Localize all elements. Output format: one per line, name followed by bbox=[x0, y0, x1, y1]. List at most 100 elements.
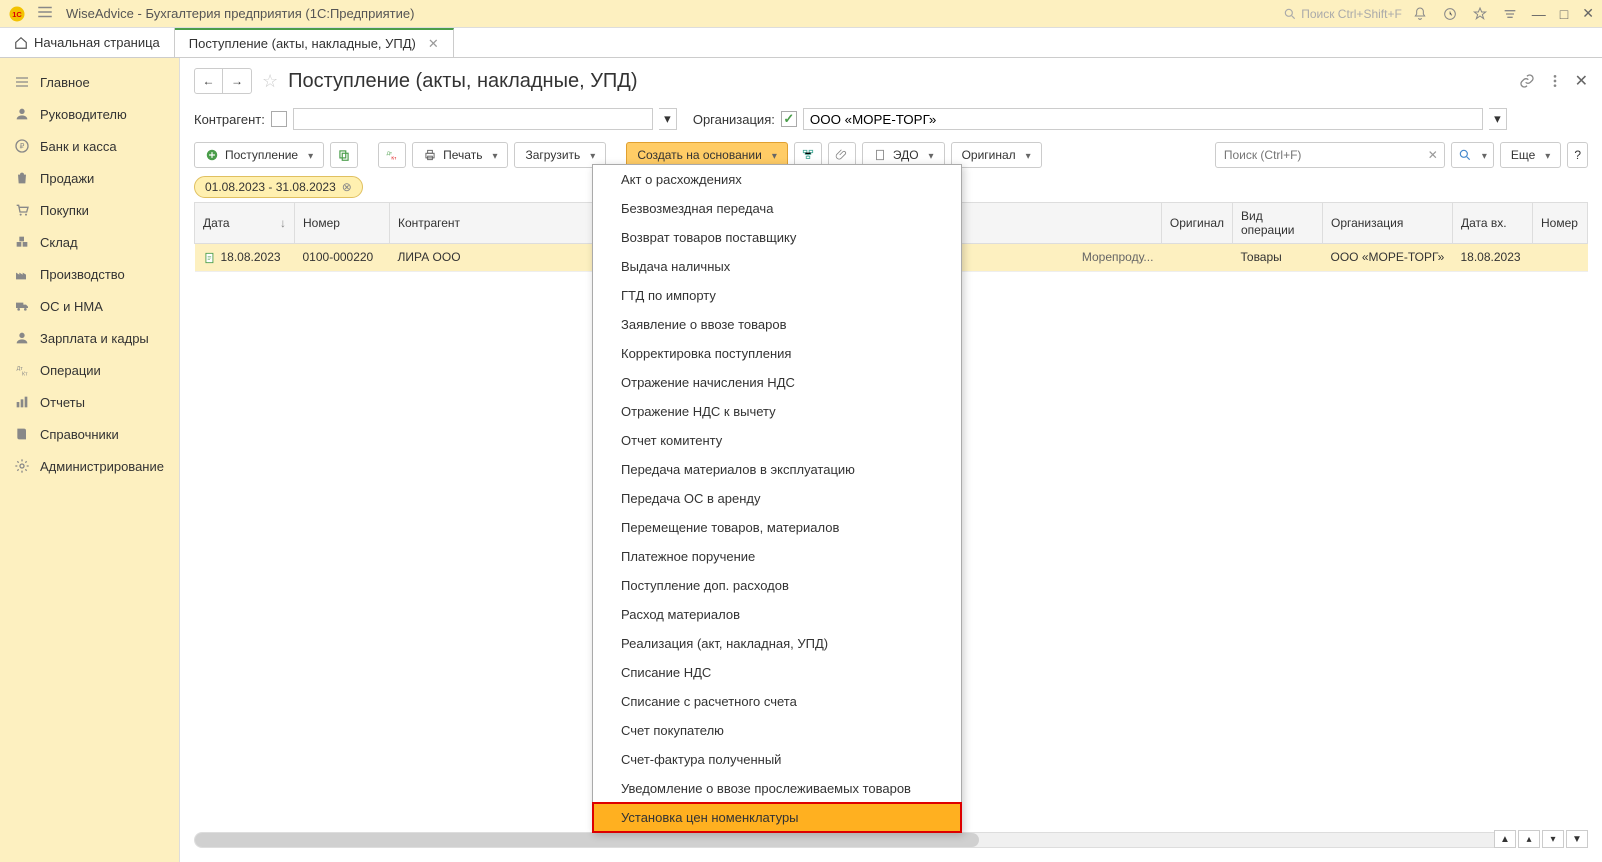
table-search-input[interactable] bbox=[1216, 148, 1422, 162]
dd-item[interactable]: Счет покупателю bbox=[593, 716, 961, 745]
org-input[interactable] bbox=[803, 108, 1483, 130]
dd-item-highlighted[interactable]: Установка цен номенклатуры bbox=[593, 803, 961, 832]
cell-text: 18.08.2023 bbox=[221, 250, 281, 264]
dd-item[interactable]: Акт о расхождениях bbox=[593, 165, 961, 194]
dd-item[interactable]: ГТД по импорту bbox=[593, 281, 961, 310]
menu-icon[interactable] bbox=[36, 3, 54, 24]
sidebar-item-reports[interactable]: Отчеты bbox=[0, 386, 179, 418]
sidebar-label: ОС и НМА bbox=[40, 299, 103, 314]
factory-icon bbox=[14, 266, 30, 282]
sidebar-item-purchases[interactable]: Покупки bbox=[0, 194, 179, 226]
sidebar-label: Покупки bbox=[40, 203, 89, 218]
search-dd-button[interactable] bbox=[1451, 142, 1494, 168]
postuplenie-button[interactable]: Поступление bbox=[194, 142, 324, 168]
sidebar-item-references[interactable]: Справочники bbox=[0, 418, 179, 450]
cell-organization: ООО «МОРЕ-ТОРГ» bbox=[1323, 244, 1453, 272]
sidebar-item-os[interactable]: ОС и НМА bbox=[0, 290, 179, 322]
close-window-button[interactable]: ✕ bbox=[1582, 5, 1594, 22]
kontragent-dropdown-button[interactable]: ▾ bbox=[659, 108, 677, 130]
global-search[interactable]: Поиск Ctrl+Shift+F bbox=[1283, 7, 1402, 21]
original-button[interactable]: Оригинал bbox=[951, 142, 1042, 168]
favorite-star-icon[interactable]: ☆ bbox=[262, 71, 278, 92]
nav-back-button[interactable]: ← bbox=[195, 69, 223, 93]
dd-item[interactable]: Отражение НДС к вычету bbox=[593, 397, 961, 426]
tab-postuplenie[interactable]: Поступление (акты, накладные, УПД) ✕ bbox=[175, 28, 454, 57]
chip-remove-icon[interactable]: ⊗ bbox=[342, 180, 352, 194]
dd-item[interactable]: Передача материалов в эксплуатацию bbox=[593, 455, 961, 484]
cell-number: 0100-000220 bbox=[295, 244, 390, 272]
dd-item[interactable]: Уведомление о ввозе прослеживаемых товар… bbox=[593, 774, 961, 803]
sidebar-label: Отчеты bbox=[40, 395, 85, 410]
copy-button[interactable] bbox=[330, 142, 358, 168]
date-filter-chip[interactable]: 01.08.2023 - 31.08.2023 ⊗ bbox=[194, 176, 363, 198]
table-search[interactable]: ✕ bbox=[1215, 142, 1445, 168]
sidebar-item-stock[interactable]: Склад bbox=[0, 226, 179, 258]
sidebar-item-bank[interactable]: ₽Банк и касса bbox=[0, 130, 179, 162]
dd-item[interactable]: Платежное поручение bbox=[593, 542, 961, 571]
tab-home[interactable]: Начальная страница bbox=[0, 28, 175, 57]
sidebar-item-admin[interactable]: Администрирование bbox=[0, 450, 179, 482]
star-icon[interactable] bbox=[1472, 6, 1488, 22]
sidebar-item-production[interactable]: Производство bbox=[0, 258, 179, 290]
more-button[interactable]: Еще bbox=[1500, 142, 1561, 168]
sidebar-item-main[interactable]: Главное bbox=[0, 66, 179, 98]
copy-icon bbox=[337, 148, 351, 162]
scroll-bottom-button[interactable]: ▼ bbox=[1566, 830, 1588, 848]
col-date[interactable]: Дата↓ bbox=[195, 203, 295, 244]
dd-item[interactable]: Передача ОС в аренду bbox=[593, 484, 961, 513]
close-page-button[interactable]: ✕ bbox=[1575, 71, 1588, 91]
truck-icon bbox=[14, 298, 30, 314]
link-icon[interactable] bbox=[1519, 73, 1535, 89]
sidebar: Главное Руководителю ₽Банк и касса Прода… bbox=[0, 58, 180, 862]
sidebar-item-salary[interactable]: Зарплата и кадры bbox=[0, 322, 179, 354]
dd-item[interactable]: Счет-фактура полученный bbox=[593, 745, 961, 774]
dd-item[interactable]: Реализация (акт, накладная, УПД) bbox=[593, 629, 961, 658]
cart-icon bbox=[14, 202, 30, 218]
scroll-up-button[interactable]: ▴ bbox=[1518, 830, 1540, 848]
col-original[interactable]: Оригинал bbox=[1161, 203, 1232, 244]
sidebar-item-operations[interactable]: ДтКтОперации bbox=[0, 354, 179, 386]
col-organization[interactable]: Организация bbox=[1323, 203, 1453, 244]
h-scrollbar-thumb[interactable] bbox=[195, 833, 979, 847]
more-vertical-icon[interactable] bbox=[1547, 73, 1563, 89]
help-button[interactable]: ? bbox=[1567, 142, 1588, 168]
scroll-top-button[interactable]: ▲ bbox=[1494, 830, 1516, 848]
tab-close-icon[interactable]: ✕ bbox=[428, 36, 439, 52]
dd-item[interactable]: Выдача наличных bbox=[593, 252, 961, 281]
dd-item[interactable]: Списание НДС bbox=[593, 658, 961, 687]
org-checkbox[interactable] bbox=[781, 111, 797, 127]
dd-item[interactable]: Поступление доп. расходов bbox=[593, 571, 961, 600]
dd-item[interactable]: Перемещение товаров, материалов bbox=[593, 513, 961, 542]
sidebar-label: Руководителю bbox=[40, 107, 127, 122]
dd-item[interactable]: Отражение начисления НДС bbox=[593, 368, 961, 397]
page-header: ← → ☆ Поступление (акты, накладные, УПД)… bbox=[180, 58, 1602, 104]
col-number[interactable]: Номер bbox=[295, 203, 390, 244]
kontragent-input[interactable] bbox=[293, 108, 653, 130]
maximize-button[interactable]: □ bbox=[1560, 6, 1568, 22]
history-icon[interactable] bbox=[1442, 6, 1458, 22]
org-dropdown-button[interactable]: ▾ bbox=[1489, 108, 1507, 130]
dd-item[interactable]: Безвозмездная передача bbox=[593, 194, 961, 223]
kontragent-checkbox[interactable] bbox=[271, 111, 287, 127]
h-scrollbar[interactable] bbox=[194, 832, 1502, 848]
dd-item[interactable]: Заявление о ввозе товаров bbox=[593, 310, 961, 339]
search-clear-icon[interactable]: ✕ bbox=[1422, 148, 1444, 162]
sidebar-item-leader[interactable]: Руководителю bbox=[0, 98, 179, 130]
lines-icon[interactable] bbox=[1502, 6, 1518, 22]
scroll-down-button[interactable]: ▾ bbox=[1542, 830, 1564, 848]
dd-item[interactable]: Отчет комитенту bbox=[593, 426, 961, 455]
dtkt-button[interactable]: ДтКт bbox=[378, 142, 406, 168]
bell-icon[interactable] bbox=[1412, 6, 1428, 22]
minimize-button[interactable]: — bbox=[1532, 6, 1546, 22]
dd-item[interactable]: Списание с расчетного счета bbox=[593, 687, 961, 716]
col-number-in[interactable]: Номер bbox=[1533, 203, 1588, 244]
col-operation-type[interactable]: Вид операции bbox=[1233, 203, 1323, 244]
dd-item[interactable]: Возврат товаров поставщику bbox=[593, 223, 961, 252]
person-icon bbox=[14, 106, 30, 122]
print-button[interactable]: Печать bbox=[412, 142, 508, 168]
nav-forward-button[interactable]: → bbox=[223, 69, 251, 93]
dd-item[interactable]: Корректировка поступления bbox=[593, 339, 961, 368]
sidebar-item-sales[interactable]: Продажи bbox=[0, 162, 179, 194]
col-date-in[interactable]: Дата вх. bbox=[1453, 203, 1533, 244]
dd-item[interactable]: Расход материалов bbox=[593, 600, 961, 629]
